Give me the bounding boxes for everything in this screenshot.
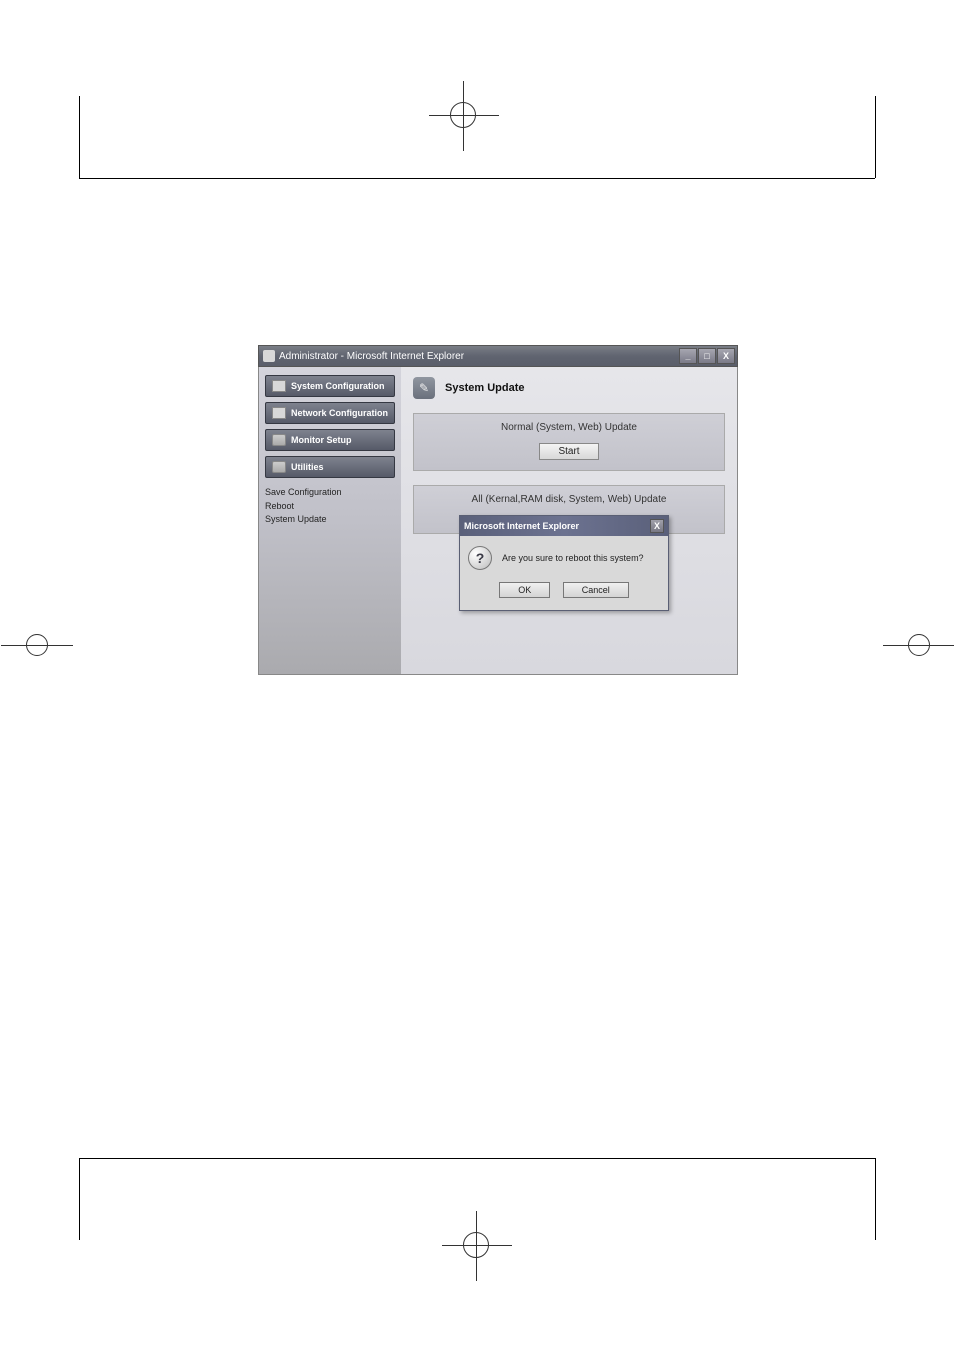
window-title: Administrator - Microsoft Internet Explo… [279,351,464,362]
dialog-message: Are you sure to reboot this system? [502,553,660,563]
page-title: System Update [445,382,524,394]
crop-mark [79,1158,80,1240]
nav-label: Monitor Setup [291,435,352,445]
nav-utilities[interactable]: Utilities [265,456,395,478]
normal-update-label: Normal (System, Web) Update [414,422,724,433]
start-button[interactable]: Start [539,443,598,460]
utilities-icon [272,461,286,473]
nav-label: Network Configuration [291,408,388,418]
dialog-title: Microsoft Internet Explorer [464,521,579,531]
registration-mark [450,102,476,128]
nav-label: Utilities [291,462,324,472]
registration-mark [463,1232,489,1258]
crop-mark [79,178,875,179]
content-header: ✎ System Update [413,377,725,399]
confirm-reboot-dialog: Microsoft Internet Explorer X ? Are you … [459,515,669,611]
utilities-sublinks: Save Configuration Reboot System Update [265,486,395,527]
sublink-reboot[interactable]: Reboot [265,500,395,514]
dialog-close-button[interactable]: X [650,519,664,533]
crop-mark [875,1158,876,1240]
nav-network-configuration[interactable]: Network Configuration [265,402,395,424]
dialog-titlebar: Microsoft Internet Explorer X [460,516,668,536]
tools-icon: ✎ [413,377,435,399]
nav-label: System Configuration [291,381,385,391]
minimize-button[interactable]: _ [679,348,697,364]
crop-mark [79,1158,875,1159]
window-titlebar: Administrator - Microsoft Internet Explo… [258,345,738,367]
crop-mark [875,96,876,178]
all-update-label: All (Kernal,RAM disk, System, Web) Updat… [414,494,724,505]
dialog-body: ? Are you sure to reboot this system? OK… [460,536,668,610]
dialog-button-row: OK Cancel [468,580,660,598]
monitor-icon [272,434,286,446]
browser-window: Administrator - Microsoft Internet Explo… [258,345,738,675]
registration-mark [26,634,48,656]
sublink-system-update[interactable]: System Update [265,513,395,527]
nav-monitor-setup[interactable]: Monitor Setup [265,429,395,451]
nav-system-configuration[interactable]: System Configuration [265,375,395,397]
sidebar: System Configuration Network Configurati… [259,367,401,674]
close-button[interactable]: X [717,348,735,364]
crop-mark [79,96,80,178]
normal-update-panel: Normal (System, Web) Update Start [413,413,725,471]
cancel-button[interactable]: Cancel [563,582,629,598]
window-body: System Configuration Network Configurati… [258,367,738,675]
sublink-save-configuration[interactable]: Save Configuration [265,486,395,500]
registration-mark [908,634,930,656]
question-icon: ? [468,546,492,570]
content-area: ✎ System Update Normal (System, Web) Upd… [401,367,737,674]
system-config-icon [272,380,286,392]
maximize-button[interactable]: □ [698,348,716,364]
window-controls: _ □ X [679,348,737,364]
ie-icon [263,350,275,362]
ok-button[interactable]: OK [499,582,550,598]
network-config-icon [272,407,286,419]
